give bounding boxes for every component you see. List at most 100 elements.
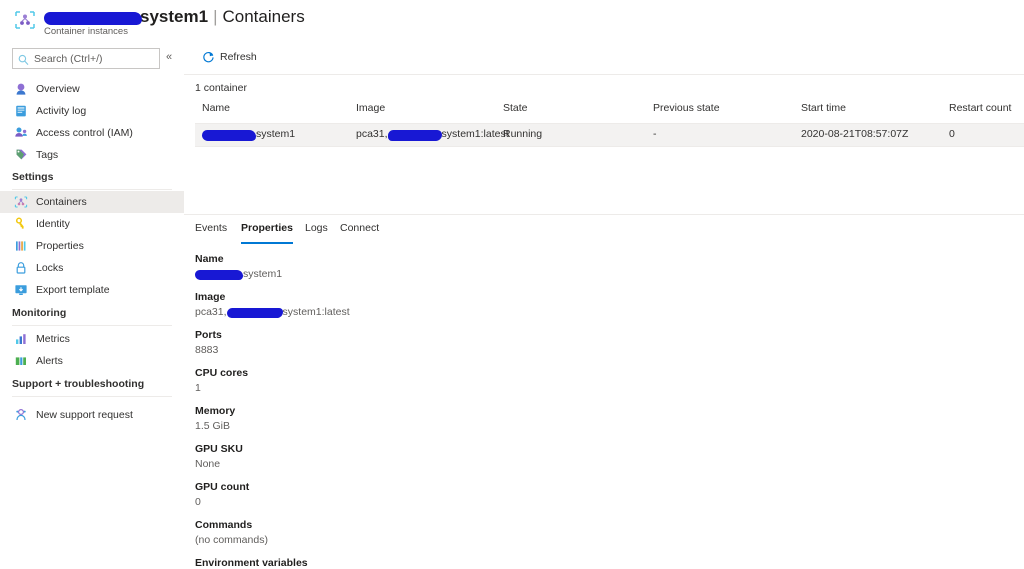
property-ports-value: 8883 [195, 344, 219, 356]
property-commands-label: Commands [195, 519, 253, 531]
property-name: Name system1 [195, 252, 995, 281]
cell-restart-count: 0 [949, 128, 955, 140]
section-divider [12, 396, 172, 397]
cell-image: pca31, system1:latest [356, 128, 509, 141]
cell-image-prefix: pca31, [356, 128, 388, 140]
property-cpu-label: CPU cores [195, 367, 249, 379]
export-template-icon [14, 283, 28, 297]
redacted-image-registry [387, 129, 442, 141]
page-header: system1 | Containers Container instances [0, 0, 1024, 42]
property-gpu-count-value: 0 [195, 496, 201, 508]
property-image-value: pca31, system1:latest [195, 305, 995, 319]
sidebar: Search (Ctrl+/) « Overview Activity log … [0, 44, 184, 569]
properties-panel: Name system1 Image pca31, system1:latest … [195, 252, 995, 569]
property-gpu-count: GPU count 0 [195, 480, 995, 509]
resource-name-suffix: system1 [140, 7, 209, 26]
detail-pane-divider [184, 214, 1024, 215]
sidebar-section-monitoring: Monitoring [0, 306, 184, 326]
property-ports-label: Ports [195, 329, 222, 341]
refresh-button[interactable]: Refresh [195, 46, 265, 68]
cell-name-suffix: system1 [256, 128, 296, 140]
support-request-icon [14, 408, 28, 422]
containers-table: Name Image State Previous state Start ti… [195, 102, 1024, 147]
sidebar-section-title: Settings [12, 171, 54, 183]
sidebar-item-properties[interactable]: Properties [0, 235, 184, 257]
sidebar-item-export-template[interactable]: Export template [0, 279, 184, 301]
property-env-label: Environment variables [195, 557, 308, 569]
sidebar-item-label: Properties [36, 240, 84, 252]
sidebar-item-new-support-request[interactable]: New support request [0, 404, 184, 426]
title-separator: | [213, 7, 218, 26]
column-header-restart-count[interactable]: Restart count [949, 102, 1011, 114]
section-divider [12, 189, 172, 190]
column-header-state[interactable]: State [503, 102, 528, 114]
property-gpu-sku-value: None [195, 458, 221, 470]
property-name-value-suffix: system1 [243, 268, 283, 280]
search-icon [18, 53, 29, 65]
section-divider [12, 325, 172, 326]
refresh-icon [202, 51, 215, 64]
sidebar-search-row: Search (Ctrl+/) « [0, 48, 184, 72]
sidebar-item-activity-log[interactable]: Activity log [0, 100, 184, 122]
cell-state: Running [503, 128, 543, 140]
column-header-start-time[interactable]: Start time [801, 102, 846, 114]
sidebar-section-support: Support + troubleshooting [0, 377, 184, 397]
redacted-resource-name [44, 12, 142, 26]
tab-connect[interactable]: Connect [340, 218, 379, 244]
cell-name: system1 [202, 128, 295, 141]
sidebar-item-label: New support request [36, 409, 133, 421]
main-content: Refresh 1 container Name Image State Pre… [184, 42, 1024, 569]
identity-icon [14, 217, 28, 231]
sidebar-item-containers[interactable]: Containers [0, 191, 184, 213]
redacted-image-value [226, 308, 283, 319]
property-name-label: Name [195, 253, 224, 265]
sidebar-item-overview[interactable]: Overview [0, 78, 184, 100]
table-header-row: Name Image State Previous state Start ti… [195, 102, 1024, 124]
sidebar-item-locks[interactable]: Locks [0, 257, 184, 279]
sidebar-item-label: Alerts [36, 355, 63, 367]
search-input[interactable]: Search (Ctrl+/) [12, 48, 160, 69]
sidebar-section-settings: Settings [0, 170, 184, 190]
tab-logs[interactable]: Logs [305, 218, 328, 244]
tab-events[interactable]: Events [195, 218, 227, 244]
command-bar: Refresh [184, 42, 1024, 75]
locks-icon [14, 261, 28, 275]
azure-portal-page: system1 | Containers Container instances S… [0, 0, 1024, 569]
search-placeholder: Search (Ctrl+/) [34, 53, 103, 65]
redacted-container-name [202, 129, 256, 141]
overview-icon [14, 82, 28, 96]
column-header-image[interactable]: Image [356, 102, 385, 114]
container-count-text: 1 container [195, 82, 247, 94]
sidebar-item-identity[interactable]: Identity [0, 213, 184, 235]
tab-properties[interactable]: Properties [241, 218, 293, 244]
property-memory: Memory 1.5 GiB [195, 404, 995, 433]
page-section-title: Containers [222, 7, 305, 26]
sidebar-item-label: Activity log [36, 105, 87, 117]
cell-image-suffix: system1:latest [441, 128, 509, 140]
table-row[interactable]: system1 pca31, system1:latest Running - 2… [195, 124, 1024, 147]
command-bar-divider [184, 74, 1024, 75]
sidebar-item-alerts[interactable]: Alerts [0, 350, 184, 372]
sidebar-item-label: Locks [36, 262, 64, 274]
page-title: system1 | Containers [44, 6, 305, 27]
metrics-icon [14, 332, 28, 346]
column-header-name[interactable]: Name [202, 102, 230, 114]
redacted-name-value [195, 270, 243, 281]
sidebar-section-title: Monitoring [12, 307, 67, 319]
column-header-previous-state[interactable]: Previous state [653, 102, 720, 114]
property-gpu-count-label: GPU count [195, 481, 250, 493]
property-memory-label: Memory [195, 405, 236, 417]
property-image-suffix: system1:latest [282, 306, 350, 318]
property-name-value: system1 [195, 267, 995, 281]
property-gpu-sku: GPU SKU None [195, 442, 995, 471]
sidebar-item-label: Containers [36, 196, 87, 208]
property-gpu-sku-label: GPU SKU [195, 443, 243, 455]
cell-start-time: 2020-08-21T08:57:07Z [801, 128, 909, 140]
sidebar-item-metrics[interactable]: Metrics [0, 328, 184, 350]
sidebar-item-access-control[interactable]: Access control (IAM) [0, 122, 184, 144]
collapse-sidebar-button[interactable]: « [166, 51, 172, 63]
property-environment-variables: Environment variables Key Value [195, 556, 995, 569]
property-cpu-value: 1 [195, 382, 201, 394]
sidebar-item-tags[interactable]: Tags [0, 144, 184, 166]
refresh-button-label: Refresh [220, 51, 257, 63]
